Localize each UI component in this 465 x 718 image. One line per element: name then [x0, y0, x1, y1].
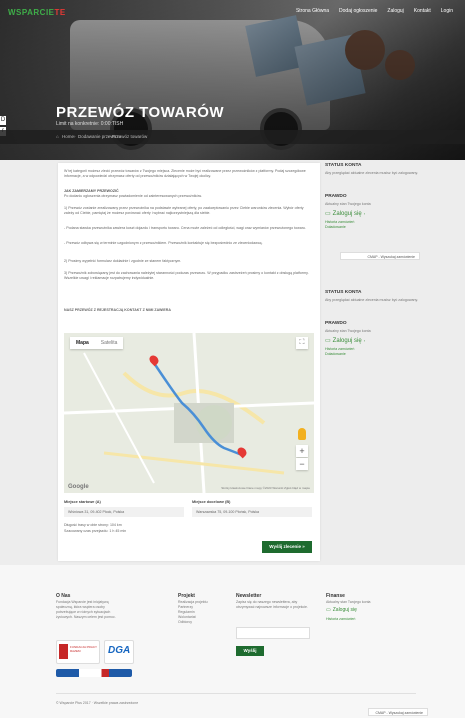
home-icon[interactable]: ⌂ — [56, 134, 59, 139]
nav-item-home[interactable]: Strona Główna — [296, 8, 329, 14]
map-footer-links[interactable]: Skróty klawiszowe Dane mapy ©2023 Warunk… — [221, 486, 310, 490]
account-status-text: Aby przeglądać aktualne zlecenia musisz … — [325, 298, 419, 302]
main-content-card: W tej kategorii możesz zlecić przewóz to… — [58, 163, 320, 561]
to-label: Miejsce docelowe (B) — [192, 500, 231, 504]
card-icon: ▭ — [325, 211, 331, 217]
about-text: Fundacja Wsparcie jest inicjatywą społec… — [56, 600, 116, 619]
body-paragraph: 1) Przewóz zostanie zrealizowany przez p… — [64, 206, 304, 215]
login-link[interactable]: ▭ Zaloguj się › — [325, 210, 420, 218]
card-icon: ▭ — [326, 607, 331, 613]
body-paragraph: - Podana stawka przewoźnika zawiera kosz… — [64, 226, 306, 230]
nav-item-add[interactable]: Dodaj ogłoszenie — [339, 8, 377, 14]
breadcrumb: ⌂ Home › Dodawanie przewozu › Przewóz to… — [0, 130, 465, 144]
eu-funds-logo — [56, 669, 132, 677]
topup-link[interactable]: Doładowanie — [325, 352, 420, 357]
zoom-in-button[interactable]: + — [296, 445, 308, 457]
account-status-title: STATUS KONTA — [325, 163, 362, 168]
newsletter-title: Newsletter — [236, 593, 262, 599]
page-subtitle: Limit na konkretnie: 0:00:TISH — [56, 121, 124, 127]
time-text: Szacowany czas przejazdu: 1 h 45 min — [64, 529, 127, 533]
page-title: PRZEWÓZ TOWARÓW — [56, 104, 225, 121]
submit-order-button[interactable]: Wyślij zlecenie » — [262, 541, 312, 553]
projects-title: Projekt — [178, 593, 195, 599]
site-logo[interactable]: WSPARCIETE — [8, 8, 66, 17]
newsletter-text: Zapisz się do naszego newslettera, aby o… — [236, 600, 308, 609]
account-status-title: STATUS KONTA — [325, 290, 362, 295]
newsletter-submit-button[interactable]: Wyślij — [236, 646, 264, 656]
partner-name: FUNDACJA PRACY RAZEM — [70, 645, 97, 653]
bottom-search-select[interactable]: CMAP - Wyszukaj zamówienie — [368, 708, 428, 716]
search-order-select[interactable]: CMAP - Wyszukaj zamówienie — [340, 252, 420, 260]
login-label: Zaloguj się — [332, 337, 362, 344]
site-footer: O Nas Fundacja Wsparcie jest inicjatywą … — [0, 565, 465, 718]
route-map[interactable]: Mapa Satelita ⛶ + − Google Skróty klawis… — [64, 333, 314, 493]
partner-name: DGA — [108, 645, 131, 656]
topup-link[interactable]: Doładowanie — [325, 225, 420, 230]
zoom-out-button[interactable]: − — [296, 458, 308, 470]
login-label: Zaloguj się — [332, 607, 357, 613]
account-status-text: Aby przeglądać aktualne zlecenia musisz … — [325, 171, 419, 175]
login-label: Zaloguj się — [332, 210, 362, 217]
footer-divider — [56, 693, 416, 694]
login-section-title: PRAWDO — [325, 321, 347, 326]
copyright-text: © Wsparcie Plus 2017 · Wszelkie prawa za… — [56, 701, 139, 705]
footer-history-link[interactable]: Historia zamówień — [326, 617, 355, 622]
top-navigation: Strona Główna Dodaj ogłoszenie Zaloguj K… — [296, 8, 453, 14]
map-canvas — [64, 333, 314, 493]
breadcrumb-current: Przewóz towarów — [112, 134, 148, 139]
chevron-right-icon: › — [363, 211, 366, 216]
account-title: Finanse — [326, 593, 345, 599]
sidebar-block: STATUS KONTA Aby przeglądać aktualne zle… — [325, 290, 420, 357]
newsletter-email-input[interactable] — [236, 627, 310, 639]
projects-link[interactable]: Odbiorcy — [178, 620, 192, 625]
logo-accent: TE — [54, 8, 66, 17]
partner-logo-2[interactable]: DGA — [104, 640, 134, 664]
flag-icon — [59, 644, 68, 659]
body-paragraph: - Przewóz odbywa się w terminie uzgodnio… — [64, 241, 263, 245]
nav-item-login[interactable]: Zaloguj — [387, 8, 403, 14]
intro-paragraph: W tej kategorii możesz zlecić przewóz to… — [64, 169, 306, 178]
partner-logo-1[interactable]: FUNDACJA PRACY RAZEM — [56, 640, 100, 664]
fullscreen-icon[interactable]: ⛶ — [296, 337, 308, 349]
login-link[interactable]: ▭ Zaloguj się › — [325, 337, 420, 345]
google-logo: Google — [68, 484, 89, 490]
map-tab[interactable]: Mapa — [70, 337, 95, 349]
card-icon: ▭ — [325, 338, 331, 344]
from-field[interactable]: Wiśniowa 31, 09-402 Płock, Polska — [64, 507, 184, 517]
body-paragraph: 2) Prosimy wypełnić formularz dokładnie … — [64, 259, 182, 263]
body-paragraph: 3) Przewoźnik zobowiązany jest do zachow… — [64, 271, 309, 280]
breadcrumb-separator: › — [108, 134, 110, 139]
breadcrumb-separator: › — [74, 134, 76, 139]
about-title: O Nas — [56, 593, 71, 599]
side-tab[interactable]: D — [0, 116, 6, 125]
from-label: Miejsce startowe (A) — [64, 500, 101, 504]
logo-main: WSPARCIE — [8, 8, 55, 17]
nav-item-account[interactable]: Login — [441, 8, 453, 14]
distance-text: Długość trasy w obie strony: 104 km — [64, 523, 122, 527]
breadcrumb-item[interactable]: Home — [62, 134, 74, 139]
map-type-tabs: Mapa Satelita — [70, 337, 124, 349]
section-heading: NASZ PRZEWÓZ Z REJESTRACJĄ KONTAKT Z NIM… — [64, 308, 171, 312]
body-paragraph: Po dodaniu ogłoszenia otrzymasz powiadom… — [64, 194, 202, 198]
login-section-text: Aktualny stan Twojego konta — [325, 329, 371, 333]
login-section-title: PRAWDO — [325, 194, 347, 199]
chevron-right-icon: › — [363, 338, 366, 343]
nav-item-contact[interactable]: Kontakt — [414, 8, 431, 14]
pegman-icon[interactable] — [298, 428, 306, 440]
satellite-tab[interactable]: Satelita — [95, 337, 124, 349]
account-text: Aktualny stan Twojego konta — [326, 600, 371, 604]
footer-login-link[interactable]: ▭ Zaloguj się — [326, 607, 357, 613]
to-field[interactable]: Warszawska 75, 09-100 Płońsk, Polska — [192, 507, 312, 517]
sidebar-block: STATUS KONTA Aby przeglądać aktualne zle… — [325, 163, 420, 230]
login-section-text: Aktualny stan Twojego konta — [325, 202, 371, 206]
